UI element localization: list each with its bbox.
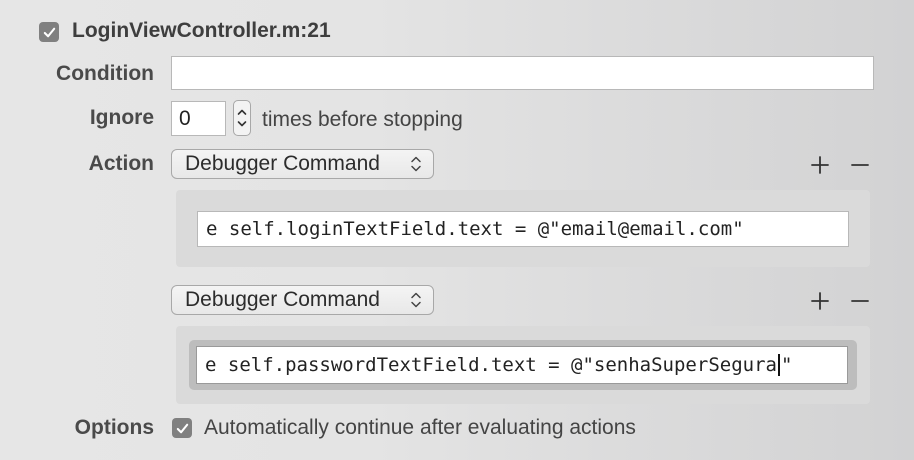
action-type-popup-2[interactable]: Debugger Command [171,285,434,315]
plus-icon [811,292,829,310]
breakpoint-title: LoginViewController.m:21 [72,19,331,42]
up-down-chevron-icon [411,156,421,172]
ignore-label: Ignore [89,106,154,129]
ignore-count-stepper[interactable] [233,100,251,136]
action-command-text-2-after: " [780,354,793,376]
action-type-label: Debugger Command [185,288,380,311]
plus-icon [811,156,829,174]
text-caret [777,354,780,376]
action-command-field-2[interactable]: e self.passwordTextField.text = @"senhaS… [196,346,848,384]
checkmark-icon [43,27,55,37]
ignore-suffix: times before stopping [262,108,463,131]
action-type-label: Debugger Command [185,152,380,175]
stepper-arrows-icon [237,109,247,127]
add-action-button-1[interactable] [808,153,832,177]
action-label: Action [88,152,154,175]
up-down-chevron-icon [411,292,421,308]
remove-action-button-2[interactable] [848,289,872,313]
action-command-field-1[interactable]: e self.loginTextField.text = @"email@ema… [197,211,849,247]
action-type-popup-1[interactable]: Debugger Command [171,149,434,179]
action-command-text-1: e self.loginTextField.text = @"email@ema… [206,218,744,240]
condition-label: Condition [56,62,154,85]
add-action-button-2[interactable] [808,289,832,313]
auto-continue-checkbox[interactable] [172,418,192,438]
options-label: Options [74,416,154,439]
breakpoint-enabled-checkbox[interactable] [39,22,59,42]
checkmark-icon [176,423,188,433]
auto-continue-label[interactable]: Automatically continue after evaluating … [204,416,636,440]
ignore-count-field[interactable]: 0 [171,101,226,136]
remove-action-button-1[interactable] [848,153,872,177]
ignore-count-value: 0 [179,106,191,130]
action-command-text-2-before: e self.passwordTextField.text = @"senhaS… [205,354,777,376]
minus-icon [851,164,869,166]
condition-field[interactable] [171,56,874,90]
minus-icon [851,300,869,302]
